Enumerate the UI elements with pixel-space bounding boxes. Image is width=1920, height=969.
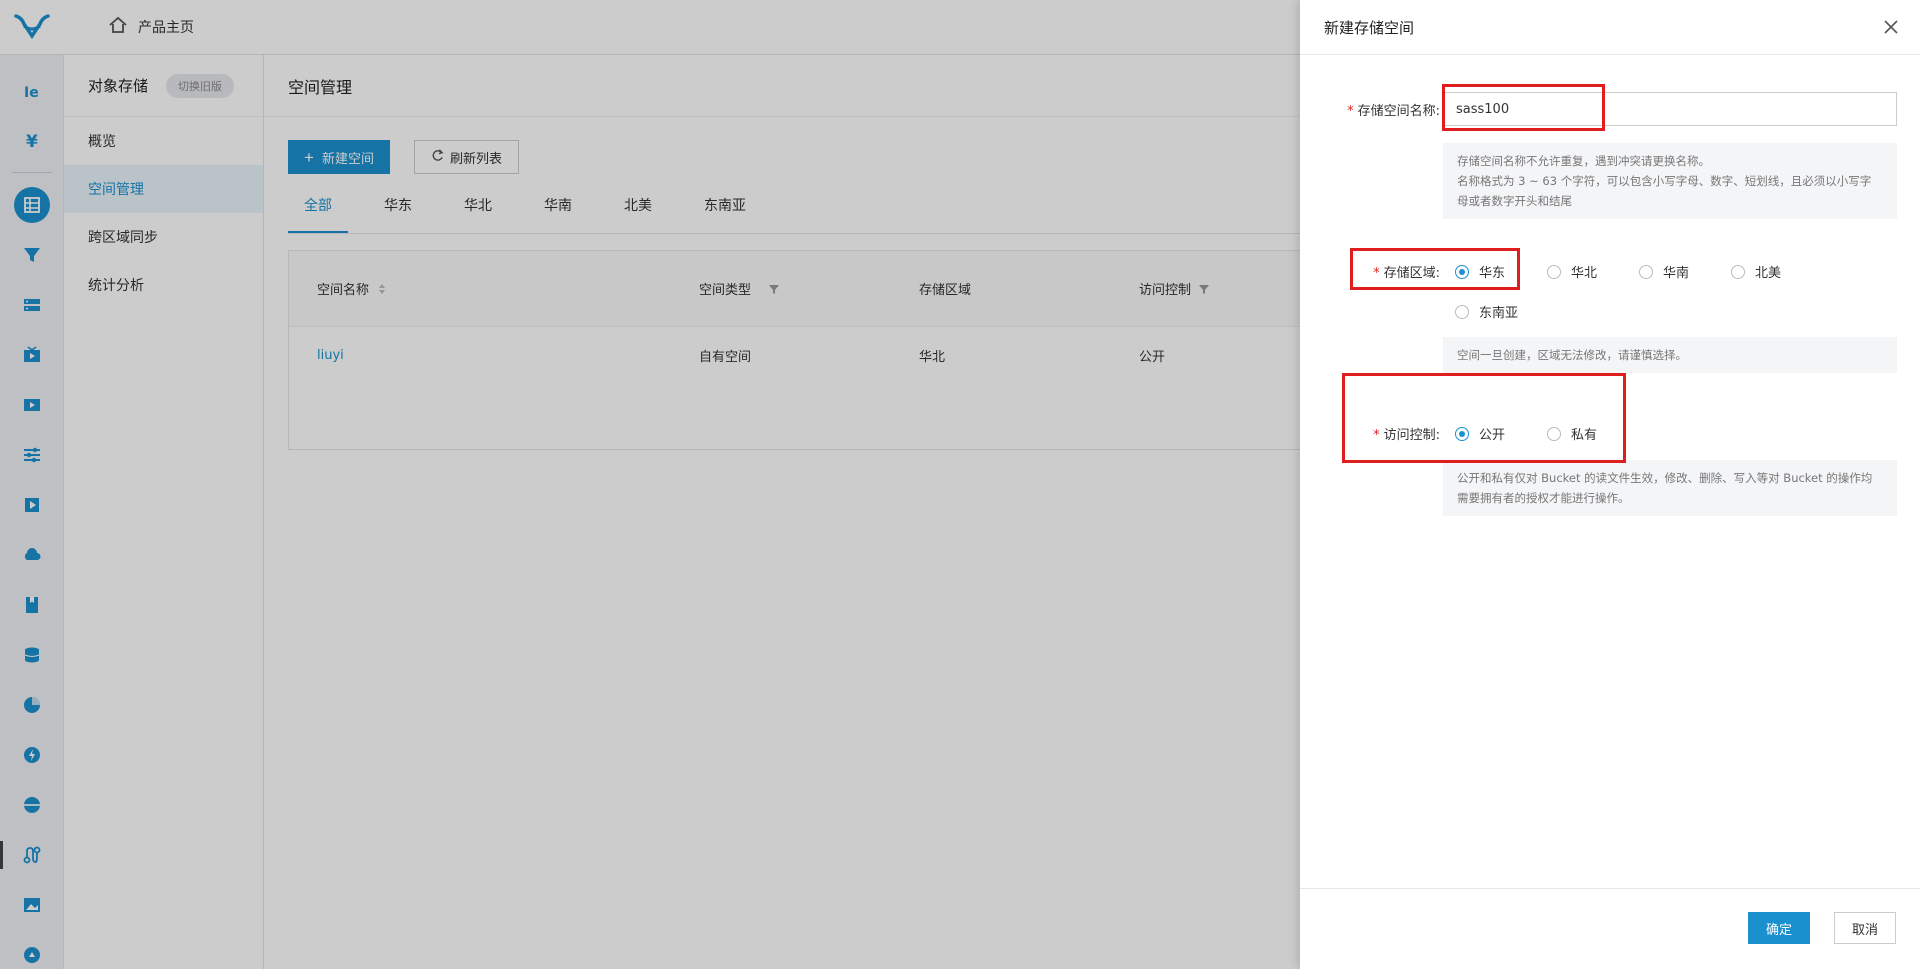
radio-unchecked-icon	[1547, 264, 1561, 279]
region-radio-north-america[interactable]: 北美	[1731, 262, 1781, 281]
annotation-box-name	[1442, 84, 1605, 131]
confirm-button[interactable]: 确定	[1748, 912, 1810, 944]
close-icon[interactable]	[1880, 16, 1902, 38]
radio-unchecked-icon	[1455, 304, 1469, 319]
bucket-name-hint: 存储空间名称不允许重复，遇到冲突请更换名称。 名称格式为 3 ~ 63 个字符，…	[1443, 143, 1897, 219]
annotation-box-region	[1350, 248, 1520, 290]
modal-overlay[interactable]	[0, 0, 1300, 969]
annotation-box-access	[1342, 373, 1626, 463]
create-bucket-drawer: 新建存储空间 *存储空间名称: 存储空间名称不允许重复，遇到冲突请更换名称。 名…	[1300, 0, 1920, 969]
radio-unchecked-icon	[1639, 264, 1653, 279]
region-radio-southeast-asia[interactable]: 东南亚	[1455, 302, 1518, 321]
required-mark: *	[1347, 104, 1354, 119]
drawer-footer-divider	[1300, 888, 1920, 889]
radio-unchecked-icon	[1731, 264, 1745, 279]
cancel-button[interactable]: 取消	[1834, 912, 1896, 944]
access-control-hint: 公开和私有仅对 Bucket 的读文件生效，修改、删除、写入等对 Bucket …	[1443, 460, 1897, 516]
drawer-title: 新建存储空间	[1324, 18, 1415, 37]
region-hint: 空间一旦创建，区域无法修改，请谨慎选择。	[1443, 337, 1897, 373]
region-radio-south-china[interactable]: 华南	[1639, 262, 1689, 281]
bucket-name-label: * 存储空间名称:	[1347, 104, 1440, 119]
region-radio-north-china[interactable]: 华北	[1547, 262, 1597, 281]
drawer-header: 新建存储空间	[1300, 0, 1920, 55]
